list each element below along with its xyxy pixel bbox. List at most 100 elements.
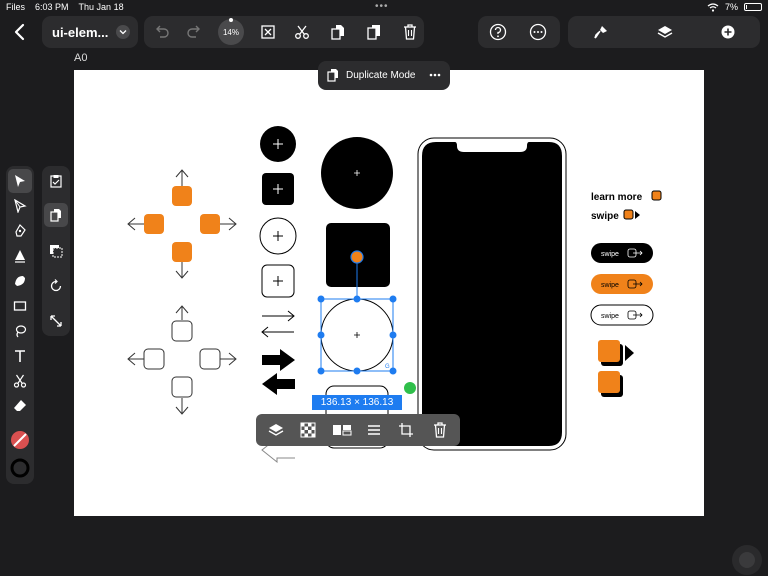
scissors-icon: [13, 374, 27, 388]
rectangle-icon: [13, 301, 27, 311]
resize-handle[interactable]: [389, 295, 397, 303]
resize-handle[interactable]: [353, 295, 361, 303]
eraser-tool[interactable]: [8, 394, 32, 418]
brush-settings-button[interactable]: [589, 20, 613, 44]
svg-text:swipe: swipe: [591, 211, 619, 222]
more-icon: [429, 73, 441, 77]
document-title-button[interactable]: ui-elem...: [42, 16, 138, 48]
help-button[interactable]: [486, 20, 510, 44]
selected-circle[interactable]: [320, 298, 394, 372]
mode-options-button[interactable]: [428, 68, 442, 82]
trash-icon: [434, 422, 446, 438]
swap-button[interactable]: [330, 418, 354, 442]
paste-button[interactable]: [362, 20, 386, 44]
scale-icon: [50, 315, 62, 327]
undo-button[interactable]: [150, 20, 174, 44]
swipe-button-outline[interactable]: swipe: [590, 304, 654, 326]
arrow-thin-left[interactable]: [261, 326, 294, 338]
help-icon: [489, 23, 507, 41]
status-time: 6:03 PM: [35, 2, 69, 12]
artboard-label[interactable]: A0: [74, 52, 87, 64]
delete-button[interactable]: [398, 20, 422, 44]
zoom-level-button[interactable]: 14%: [218, 18, 244, 45]
back-button[interactable]: [6, 18, 34, 46]
plus-circle-large[interactable]: [321, 137, 393, 209]
lasso-tool[interactable]: [8, 319, 32, 343]
resize-handle[interactable]: [317, 331, 325, 339]
arrange-button[interactable]: [264, 418, 288, 442]
resize-handle[interactable]: [389, 367, 397, 375]
resize-handle[interactable]: [317, 295, 325, 303]
layers-button[interactable]: [653, 20, 677, 44]
learn-more-link[interactable]: learn more: [591, 190, 662, 203]
opacity-button[interactable]: [296, 418, 320, 442]
arrow-thin-right[interactable]: [262, 310, 295, 322]
select-tool[interactable]: [8, 169, 32, 193]
clipboard-button[interactable]: [44, 169, 68, 193]
assistive-touch-button[interactable]: [732, 545, 762, 575]
shape-builder-tool[interactable]: [8, 269, 32, 293]
scale-button[interactable]: [44, 309, 68, 333]
resize-handle[interactable]: [317, 367, 325, 375]
swap-icon: [333, 425, 352, 436]
rotate-handle[interactable]: [350, 250, 364, 264]
transform-icon: [50, 245, 63, 258]
orange-square-play-icon[interactable]: [598, 340, 634, 366]
more-options-button[interactable]: [526, 20, 550, 44]
swipe-link[interactable]: swipe: [591, 209, 640, 222]
duplicate-mode-banner[interactable]: Duplicate Mode: [318, 61, 450, 90]
plus-circle-filled[interactable]: [260, 126, 296, 162]
stroke-swatch-icon: [10, 458, 30, 478]
svg-text:swipe: swipe: [601, 251, 619, 258]
plus-square-outline[interactable]: [261, 264, 295, 298]
arrow-bold-right[interactable]: [262, 349, 295, 371]
text-tool[interactable]: [8, 344, 32, 368]
arrow-cluster-orange[interactable]: [127, 169, 237, 279]
swipe-button-dark[interactable]: swipe: [591, 243, 653, 263]
cut-button[interactable]: [290, 20, 314, 44]
deselect-button[interactable]: [256, 20, 280, 44]
clipboard-icon: [50, 175, 62, 188]
rectangle-tool[interactable]: [8, 294, 32, 318]
transform-button[interactable]: [44, 239, 68, 263]
direct-select-tool[interactable]: [8, 194, 32, 218]
trash-icon: [404, 24, 416, 40]
svg-text:swipe: swipe: [601, 282, 619, 289]
zoom-level: 14%: [222, 27, 239, 37]
add-button[interactable]: [716, 20, 740, 44]
add-icon: [721, 25, 735, 39]
resize-handle[interactable]: [353, 367, 361, 375]
phone-mockup[interactable]: [417, 137, 567, 451]
plus-square-filled[interactable]: [262, 173, 294, 205]
document-title: ui-elem...: [52, 24, 109, 40]
canvas[interactable]: G learn more swipe swipe swipe swipe: [74, 70, 704, 516]
swipe-button-orange[interactable]: swipe: [591, 274, 653, 294]
rotate-icon: [50, 279, 62, 292]
arrow-cluster-outline[interactable]: [127, 305, 237, 415]
crop-button[interactable]: [394, 418, 418, 442]
pen-tool[interactable]: [8, 219, 32, 243]
scissors-tool[interactable]: [8, 369, 32, 393]
lasso-icon: [15, 325, 27, 338]
rotate-button[interactable]: [44, 274, 68, 298]
redo-button[interactable]: [182, 20, 206, 44]
fill-swatch[interactable]: [8, 428, 32, 452]
stroke-swatch[interactable]: [8, 456, 32, 480]
vector-tool[interactable]: [8, 244, 32, 268]
plus-circle-outline[interactable]: [259, 217, 297, 255]
multitasking-dots-icon[interactable]: •••: [375, 1, 389, 12]
align-icon: [368, 425, 380, 435]
duplicate-mode-button[interactable]: [44, 203, 68, 227]
arrow-bold-left[interactable]: [262, 373, 295, 395]
orange-square-shadow-icon[interactable]: [598, 371, 623, 397]
duplicate-indicator[interactable]: [404, 382, 416, 394]
checkerboard-icon: [300, 422, 316, 438]
pen-icon: [15, 224, 26, 237]
align-button[interactable]: [362, 418, 386, 442]
back-to-app-label[interactable]: Files: [6, 2, 25, 12]
duplicate-button[interactable]: [326, 20, 350, 44]
battery-percent: 7%: [724, 2, 738, 12]
delete-selection-button[interactable]: [428, 418, 452, 442]
tool-options-panel: [42, 166, 70, 336]
resize-handle[interactable]: [389, 331, 397, 339]
